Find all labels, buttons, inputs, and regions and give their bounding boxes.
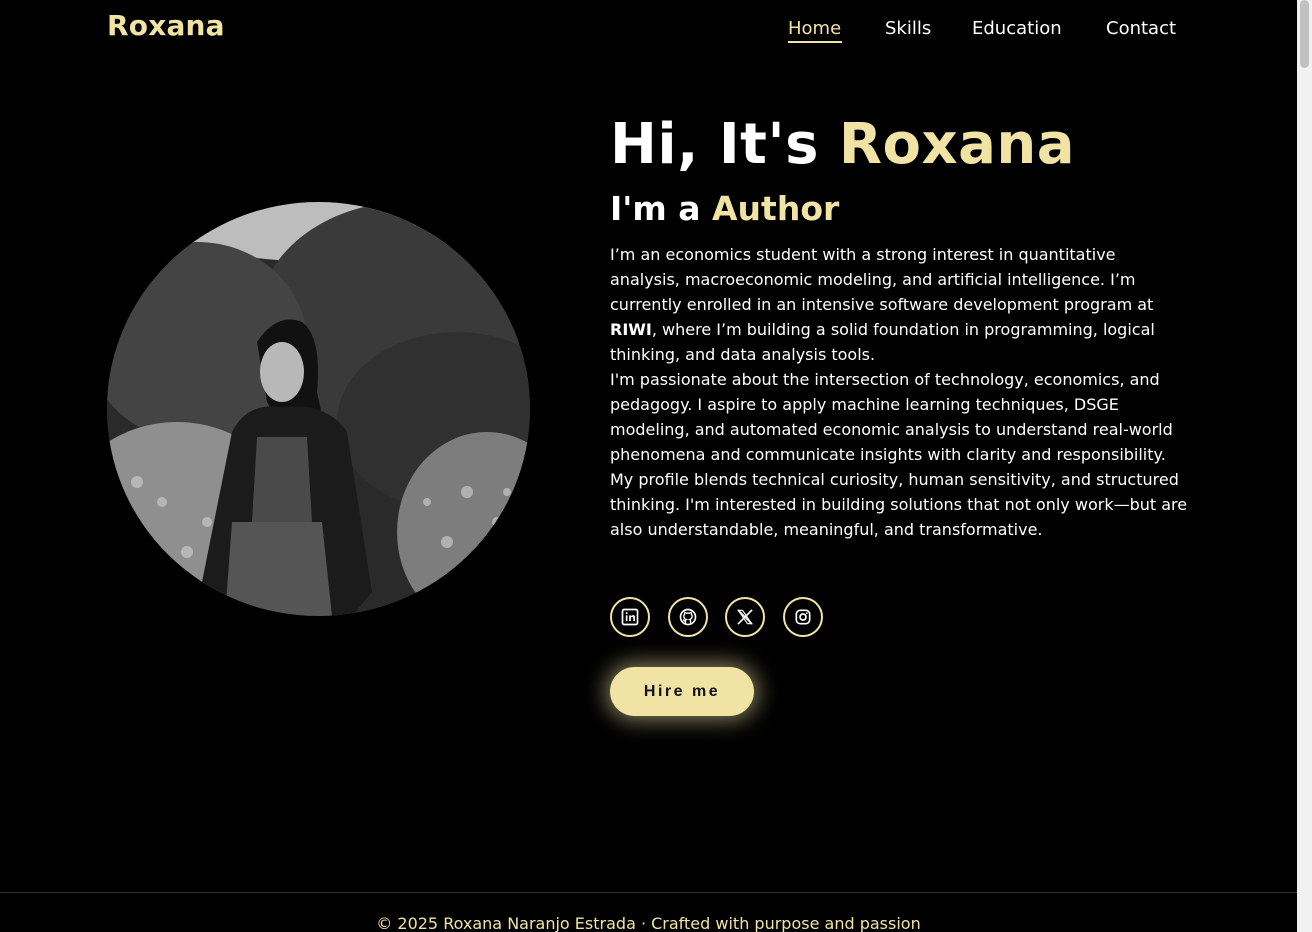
github-icon — [679, 608, 697, 626]
nav-skills[interactable]: Skills — [885, 18, 931, 39]
bio-paragraph-2: I'm passionate about the intersection of… — [610, 370, 1173, 464]
hero-title-name: Roxana — [838, 112, 1076, 177]
bio-text: I’m an economics student with a strong i… — [610, 242, 1190, 542]
site-footer: © 2025 Roxana Naranjo Estrada · Crafted … — [376, 914, 921, 932]
hero-title-prefix: Hi, It's — [610, 112, 839, 177]
bio-p1-bold: RIWI — [610, 320, 652, 339]
x-icon — [737, 609, 753, 625]
bio-p1-start: I’m an economics student with a strong i… — [610, 245, 1154, 314]
hero-subtitle-role: Author — [712, 189, 840, 228]
browser-viewport: Roxana Home Skills Education Contact Hi,… — [0, 0, 1312, 932]
hero-title: Hi, It's Roxana — [610, 112, 1075, 177]
main-nav: Home Skills Education Contact — [0, 18, 1297, 48]
scrollbar-thumb[interactable] — [1300, 0, 1309, 68]
nav-home[interactable]: Home — [788, 18, 841, 39]
hero-subtitle-prefix: I'm a — [610, 189, 713, 228]
page-scrollbar[interactable] — [1297, 0, 1312, 932]
bio-paragraph-3: My profile blends technical curiosity, h… — [610, 470, 1188, 539]
linkedin-icon — [621, 608, 639, 626]
bio-paragraph-1: I’m an economics student with a strong i… — [610, 242, 1190, 367]
hire-me-button[interactable]: Hire me — [610, 667, 754, 716]
nav-active-underline — [788, 41, 842, 43]
footer-divider — [0, 892, 1297, 893]
github-link[interactable] — [668, 597, 708, 637]
instagram-link[interactable] — [783, 597, 823, 637]
page: Roxana Home Skills Education Contact Hi,… — [0, 0, 1297, 932]
profile-photo — [107, 202, 530, 616]
profile-photo-illustration — [107, 202, 530, 616]
instagram-icon — [795, 609, 811, 625]
nav-contact[interactable]: Contact — [1106, 18, 1176, 39]
bio-p1-end: , where I’m building a solid foundation … — [610, 320, 1155, 364]
linkedin-link[interactable] — [610, 597, 650, 637]
hero-subtitle: I'm a Author — [610, 189, 839, 228]
nav-education[interactable]: Education — [972, 18, 1062, 39]
x-link[interactable] — [725, 597, 765, 637]
